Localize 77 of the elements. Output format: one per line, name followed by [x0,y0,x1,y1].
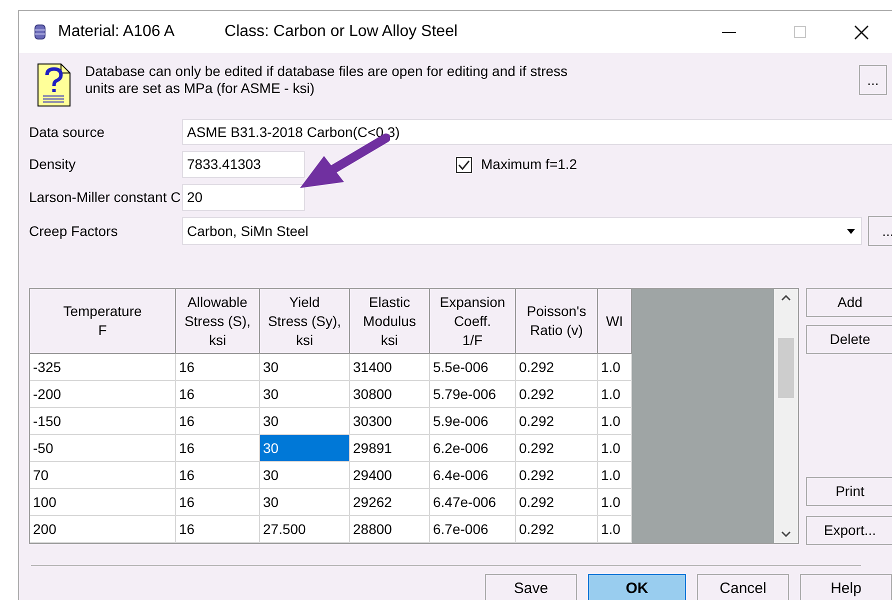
table-cell: 0.292 [516,381,598,408]
column-header[interactable]: Poisson's Ratio (v) [516,289,598,354]
dialog-button[interactable]: Help [800,574,892,600]
table-cell: 30300 [350,408,430,436]
scrollbar[interactable] [774,289,798,543]
table-cell: 30 [260,435,350,462]
table-cell: 6.7e-006 [430,516,516,543]
table-cell: 0.292 [516,516,598,543]
help-document-icon [37,63,71,107]
table-cell: 6.47e-006 [430,489,516,516]
checkbox[interactable] [456,156,472,172]
table-cell: 16 [176,408,260,436]
table-cell: 0.292 [516,435,598,462]
table-cell: 0.292 [516,462,598,490]
table-cell: -50 [30,435,176,462]
field-label: Data source [29,122,106,142]
dropdown-arrow-icon [847,228,855,234]
side-button[interactable]: Export... [806,516,892,545]
dialog-button[interactable]: OK [588,574,686,600]
dialog-button[interactable]: Save [485,574,577,600]
table-cell: 100 [30,489,176,516]
table-cell: 30800 [350,381,430,408]
table-cell: 29400 [350,462,430,490]
table-cell: 200 [30,516,176,543]
field-label: Larson-Miller constant C [29,188,182,207]
creep-factors-dropdown[interactable]: Carbon, SiMn Steel [182,217,862,245]
table-cell: 29262 [350,489,430,516]
field-label: Density [29,155,77,174]
more-button[interactable]: ... [859,65,887,95]
side-button[interactable]: Add [806,288,892,317]
table-cell: 70 [30,462,176,490]
table-cell: 5.79e-006 [430,381,516,408]
density-field[interactable]: 7833.41303 [182,151,305,178]
table-cell: 0.292 [516,408,598,436]
table-cell: 0.292 [516,489,598,516]
column-header[interactable]: Allowable Stress (S), ksi [176,289,260,354]
table-cell: -325 [30,354,176,382]
table-cell: 6.2e-006 [430,435,516,462]
table-cell: -150 [30,408,176,436]
table-cell: 30 [260,489,350,516]
table-cell: 30 [260,354,350,382]
table-cell: 6.4e-006 [430,462,516,490]
notice-text: Database can only be edited if database files are open for editing and if stress units are set as MPa (for ASME - ksi) [85,63,569,97]
window-subtitle: Class: Carbon or Low Alloy Steel [224,22,458,42]
table-cell: 16 [176,516,260,543]
database-icon [34,24,46,40]
checkbox-label: Maximum f=1.2 [481,155,578,174]
side-button[interactable]: Delete [806,325,892,354]
window-title: Material: A106 A [58,22,175,42]
table-cell: 29891 [350,435,430,462]
table-cell: 0.292 [516,354,598,382]
table-cell: 31400 [350,354,430,382]
close-icon[interactable] [854,24,869,40]
column-header[interactable]: Elastic Modulus ksi [350,289,430,354]
field-label: Creep Factors [29,222,119,241]
table-cell: 28800 [350,516,430,543]
table-cell: 27.500 [260,516,350,543]
table-cell: 16 [176,489,260,516]
data-source-field[interactable]: ASME B31.3-2018 Carbon(C<0.3) [182,119,892,145]
scroll-up-icon[interactable] [781,295,791,301]
table-cell: 30 [260,381,350,408]
table-cell: 30 [260,462,350,490]
scroll-thumb[interactable] [778,338,794,398]
column-header[interactable]: Expansion Coeff. 1/F [430,289,516,354]
check-icon [458,158,470,170]
table-cell: 16 [176,354,260,382]
column-header[interactable]: Temperature F [30,289,176,354]
dialog-button[interactable]: Cancel [697,574,789,600]
table-cell: 16 [176,381,260,408]
table-cell: 5.5e-006 [430,354,516,382]
column-header[interactable]: Yield Stress (Sy), ksi [260,289,350,354]
table-cell: 16 [176,462,260,490]
table-cell: 5.9e-006 [430,408,516,436]
larson-miller-field[interactable]: 20 [182,184,305,211]
table-cell: -200 [30,381,176,408]
scroll-down-icon[interactable] [781,531,791,537]
side-button[interactable]: Print [806,477,892,506]
